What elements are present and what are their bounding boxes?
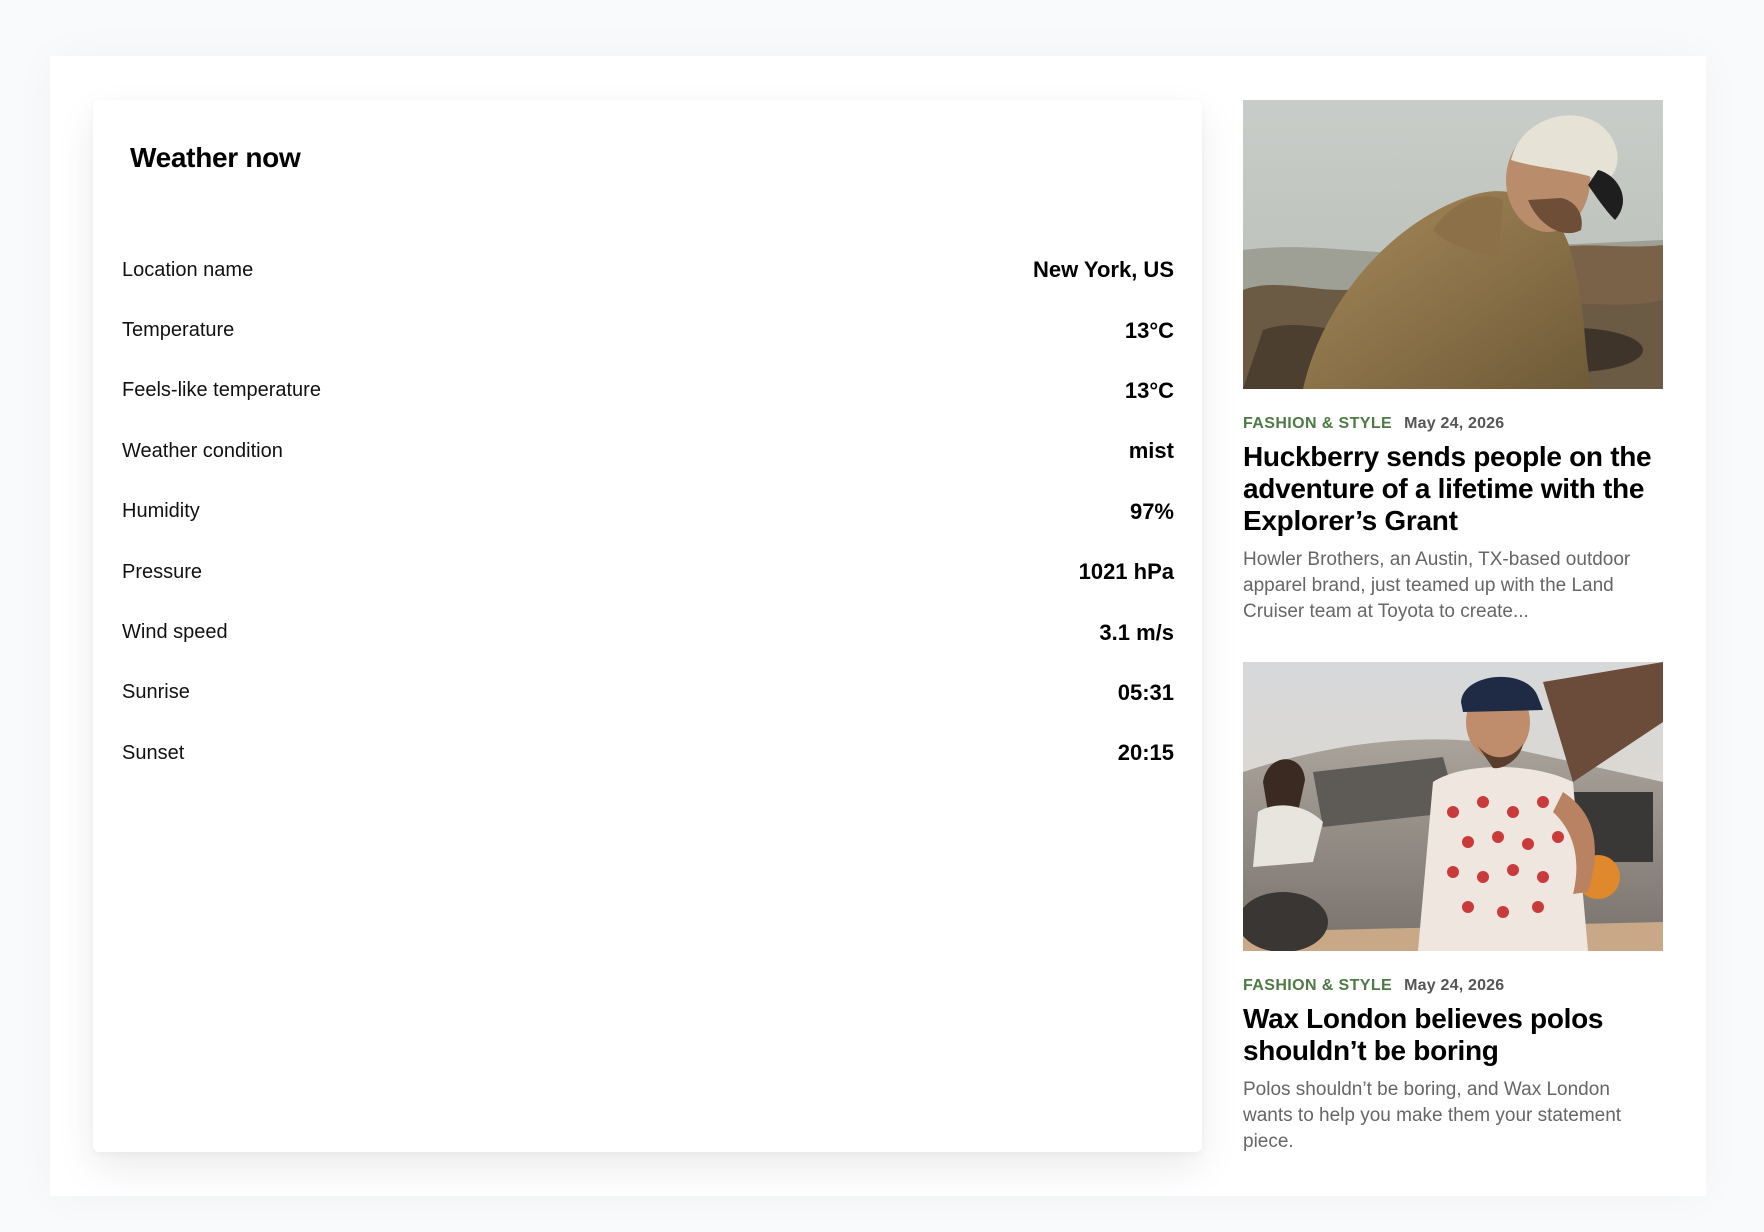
row-value: 97% (1129, 498, 1174, 524)
category-link[interactable]: FASHION & STYLE (1243, 977, 1392, 994)
row-label: Sunrise (122, 681, 190, 704)
row-label: Location name (122, 258, 254, 281)
article-card[interactable]: FASHION & STYLE May 24, 2026 Wax London b… (1243, 662, 1663, 1155)
weather-row-wind-speed: Wind speed 3.1 m/s (122, 602, 1174, 662)
weather-row-condition: Weather condition mist (122, 421, 1174, 481)
article-image-man-by-truck[interactable] (1243, 662, 1663, 951)
row-value: 20:15 (1117, 740, 1174, 766)
row-label: Humidity (122, 500, 200, 523)
weather-row-humidity: Humidity 97% (122, 482, 1174, 542)
weather-card: Weather now Location name New York, US T… (93, 100, 1202, 1152)
article-image-man-in-jacket[interactable] (1243, 100, 1663, 389)
row-value: 13°C (1124, 317, 1174, 343)
row-label: Temperature (122, 319, 235, 342)
weather-row-feels-like: Feels-like temperature 13°C (122, 361, 1174, 421)
category-link[interactable]: FASHION & STYLE (1243, 415, 1392, 432)
weather-title: Weather now (130, 142, 301, 173)
row-value: 13°C (1124, 377, 1174, 403)
weather-row-pressure: Pressure 1021 hPa (122, 542, 1174, 602)
weather-row-location: Location name New York, US (122, 240, 1174, 300)
article-date: May 24, 2026 (1404, 977, 1505, 994)
row-label: Feels-like temperature (122, 379, 321, 402)
article-excerpt: Polos shouldn’t be boring, and Wax Londo… (1243, 1079, 1622, 1152)
article-date: May 24, 2026 (1404, 415, 1505, 432)
article-meta: FASHION & STYLE May 24, 2026 (1243, 977, 1663, 995)
row-label: Wind speed (122, 621, 228, 644)
weather-row-temperature: Temperature 13°C (122, 300, 1174, 360)
row-value: 3.1 m/s (1099, 619, 1174, 645)
row-value: mist (1128, 438, 1174, 464)
row-label: Pressure (122, 560, 203, 583)
weather-row-sunset: Sunset 20:15 (122, 723, 1174, 783)
article-meta: FASHION & STYLE May 24, 2026 (1243, 415, 1663, 433)
article-excerpt: Howler Brothers, an Austin, TX-based out… (1243, 549, 1631, 622)
article-title-link[interactable]: Wax London believes polos shouldn’t be b… (1243, 1003, 1663, 1067)
row-value: 1021 hPa (1078, 559, 1174, 585)
article-card[interactable]: FASHION & STYLE May 24, 2026 Huckberry se… (1243, 100, 1663, 625)
row-value: 05:31 (1117, 679, 1174, 705)
article-title-link[interactable]: Huckberry sends people on the adventure … (1243, 441, 1663, 537)
row-label: Weather condition (122, 439, 283, 462)
row-value: New York, US (1032, 257, 1174, 283)
row-label: Sunset (122, 741, 185, 764)
weather-row-sunrise: Sunrise 05:31 (122, 663, 1174, 723)
weather-list: Location name New York, US Temperature 1… (122, 240, 1174, 784)
